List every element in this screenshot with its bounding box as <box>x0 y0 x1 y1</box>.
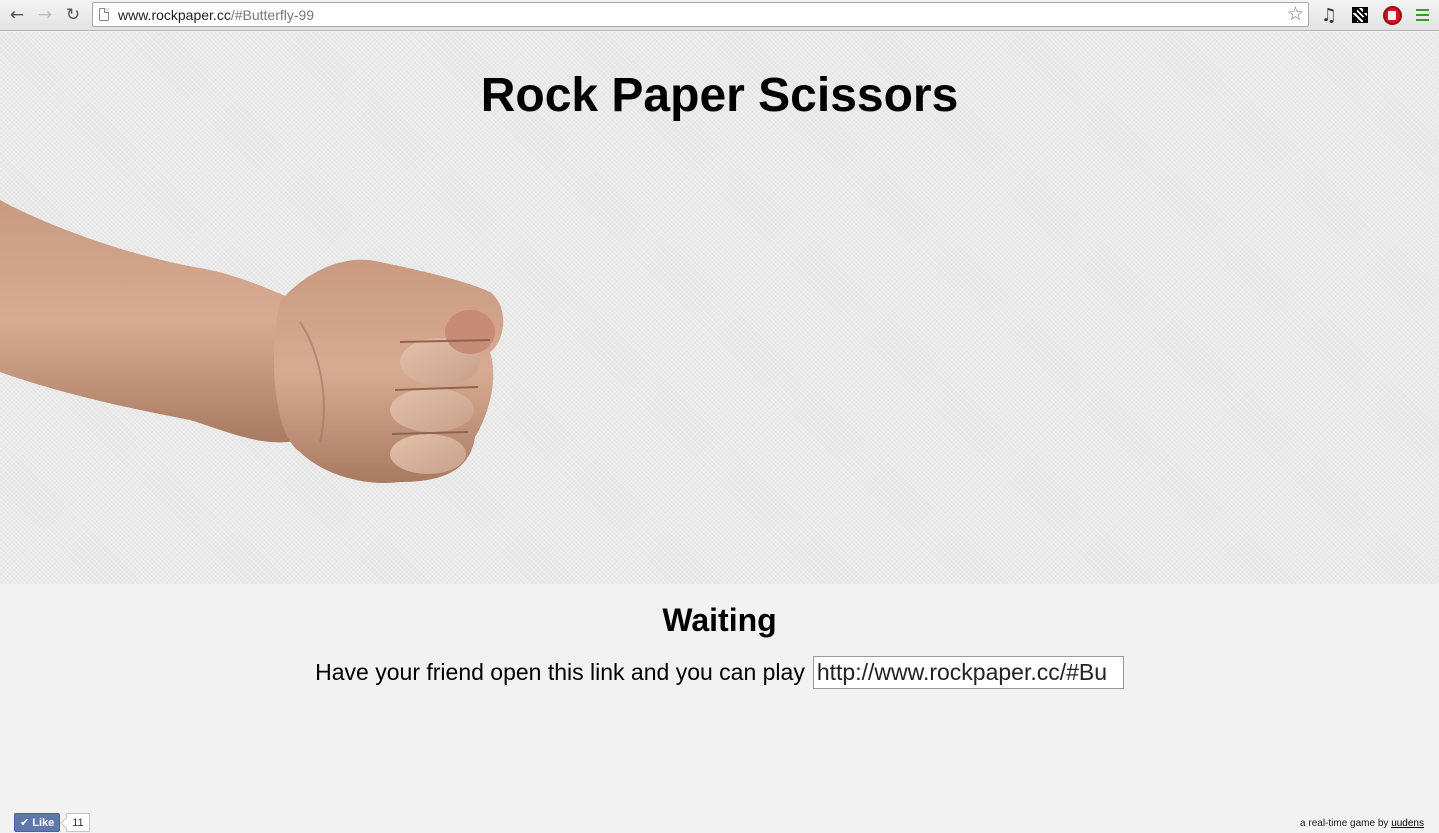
qr-code-icon[interactable] <box>1349 4 1371 26</box>
invite-row: Have your friend open this link and you … <box>0 656 1439 689</box>
bookmark-star-icon[interactable]: ☆ <box>1287 3 1304 26</box>
back-arrow-icon[interactable]: ← <box>6 4 28 26</box>
reload-icon[interactable]: ↻ <box>62 4 84 26</box>
status-heading: Waiting <box>662 602 777 638</box>
like-button[interactable]: ✔ Like <box>14 813 61 832</box>
credit-link[interactable]: uudens <box>1391 818 1424 829</box>
page-title: Rock Paper Scissors <box>480 69 959 122</box>
browser-toolbar: ← → ↻ www.rockpaper.cc/#Butterfly-99 ☆ ♫ <box>0 0 1439 31</box>
thumb-check-icon: ✔ <box>20 816 30 829</box>
like-count: 11 <box>66 813 90 832</box>
url-host: www.rockpaper.cc <box>118 6 231 23</box>
stop-hand-icon[interactable] <box>1381 4 1403 26</box>
forward-arrow-icon[interactable]: → <box>34 4 56 26</box>
music-note-icon[interactable]: ♫ <box>1318 4 1340 26</box>
credit-text: a real-time game by <box>1300 818 1389 829</box>
menu-icon[interactable] <box>1411 4 1433 26</box>
facebook-like-widget: ✔ Like 11 <box>14 813 90 832</box>
game-area: Rock Paper Scissors <box>0 32 1439 584</box>
address-bar[interactable]: www.rockpaper.cc/#Butterfly-99 ☆ <box>92 2 1309 27</box>
rock-fist-image <box>0 200 504 483</box>
share-link-input[interactable] <box>812 656 1124 689</box>
credit-line: a real-time game by uudens <box>1300 818 1424 829</box>
url-path: /#Butterfly-99 <box>230 6 315 23</box>
invite-text: Have your friend open this link and you … <box>315 659 805 685</box>
page-icon <box>99 8 109 21</box>
like-label: Like <box>32 816 55 829</box>
status-area: Waiting Have your friend open this link … <box>0 584 1439 833</box>
